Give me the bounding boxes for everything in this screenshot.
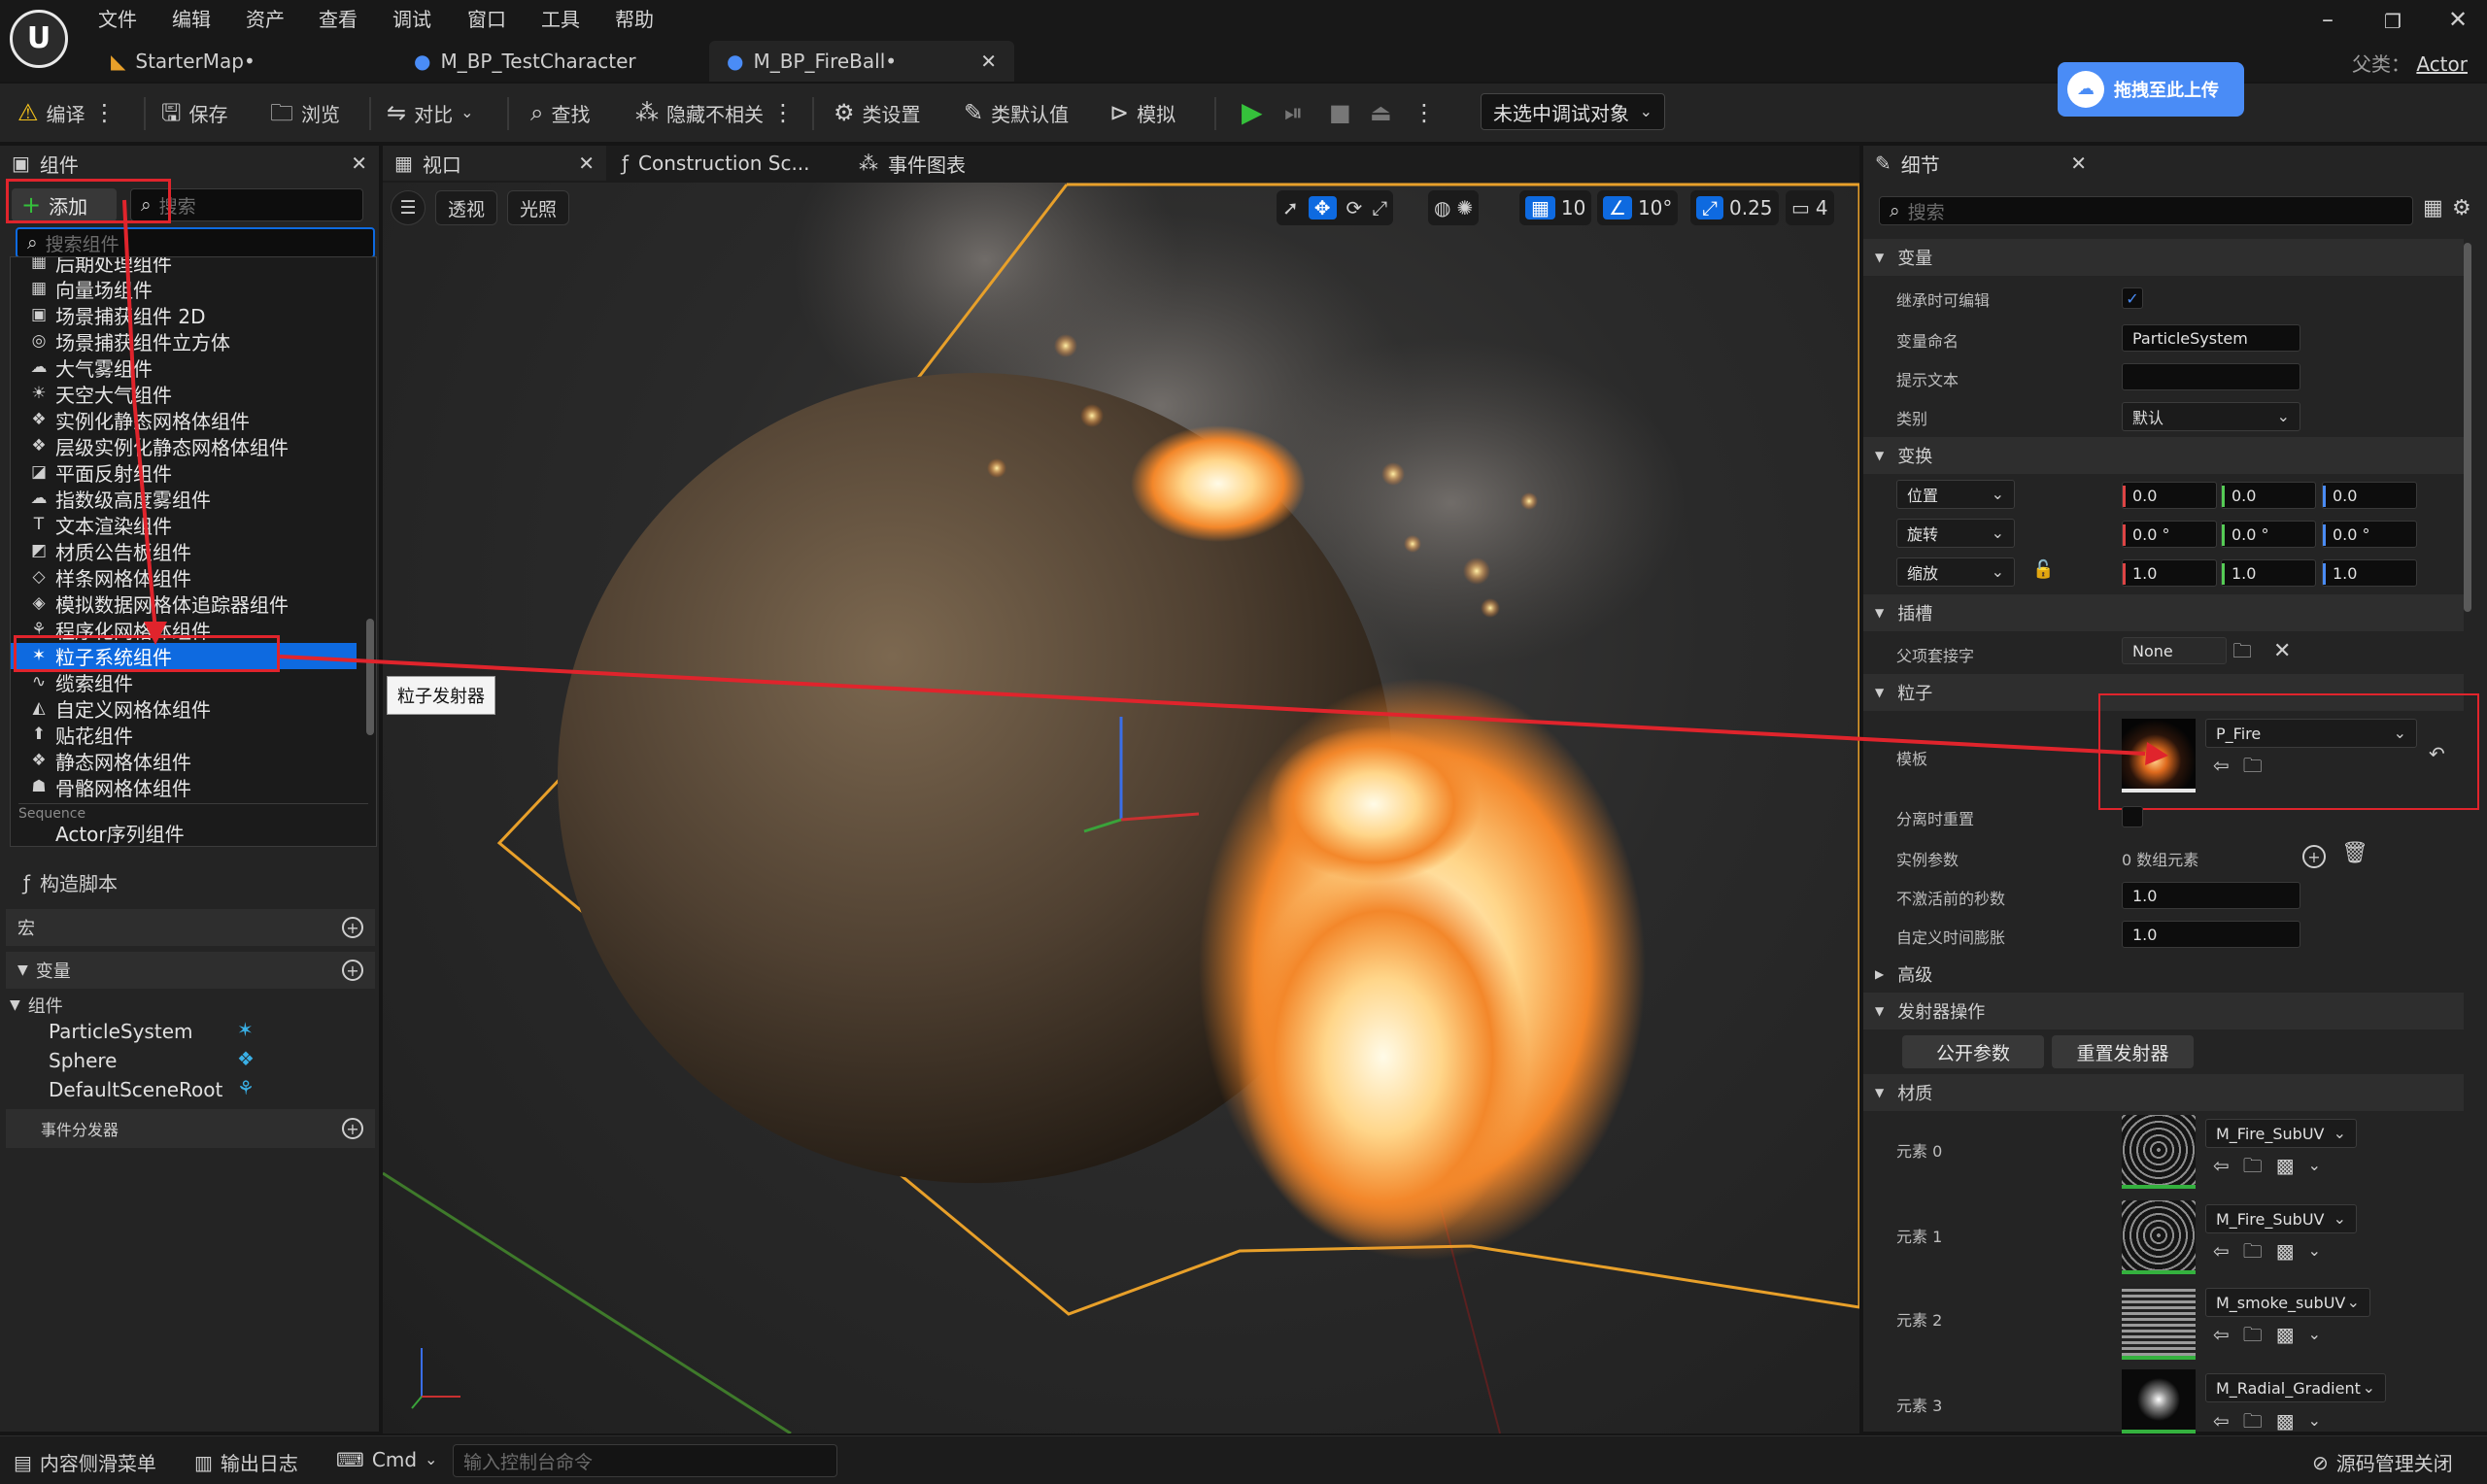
arrow-head	[2145, 742, 2168, 765]
source-control-label: 源码管理关闭	[2335, 1452, 2453, 1475]
output-log-button[interactable]: ▥ 输出日志	[194, 1448, 298, 1476]
content-drawer-icon: ▤	[14, 1450, 32, 1474]
status-bar: ▤ 内容侧滑菜单 ▥ 输出日志 ⌨ Cmd ⌄ 输入控制台命令 ⊘ 源码管理关闭	[0, 1435, 2487, 1484]
annotation-arrows	[122, 199, 2168, 765]
console-placeholder: 输入控制台命令	[463, 1451, 594, 1473]
chevron-down-icon: ⌄	[425, 1450, 438, 1468]
source-control-button[interactable]: ⊘ 源码管理关闭	[2312, 1448, 2453, 1476]
cmd-select[interactable]: ⌨ Cmd ⌄	[336, 1448, 437, 1471]
source-control-off-icon: ⊘	[2312, 1450, 2329, 1474]
arrow-line	[122, 199, 157, 632]
arrow-line	[279, 655, 2146, 756]
content-drawer-button[interactable]: ▤ 内容侧滑菜单	[14, 1448, 156, 1476]
content-drawer-label: 内容侧滑菜单	[39, 1452, 156, 1475]
arrow-head	[144, 622, 167, 645]
log-icon: ▥	[194, 1450, 213, 1474]
cmd-label: Cmd	[371, 1448, 418, 1471]
terminal-icon: ⌨	[336, 1448, 364, 1471]
output-log-label: 输出日志	[220, 1452, 298, 1475]
console-input[interactable]: 输入控制台命令	[453, 1444, 837, 1477]
